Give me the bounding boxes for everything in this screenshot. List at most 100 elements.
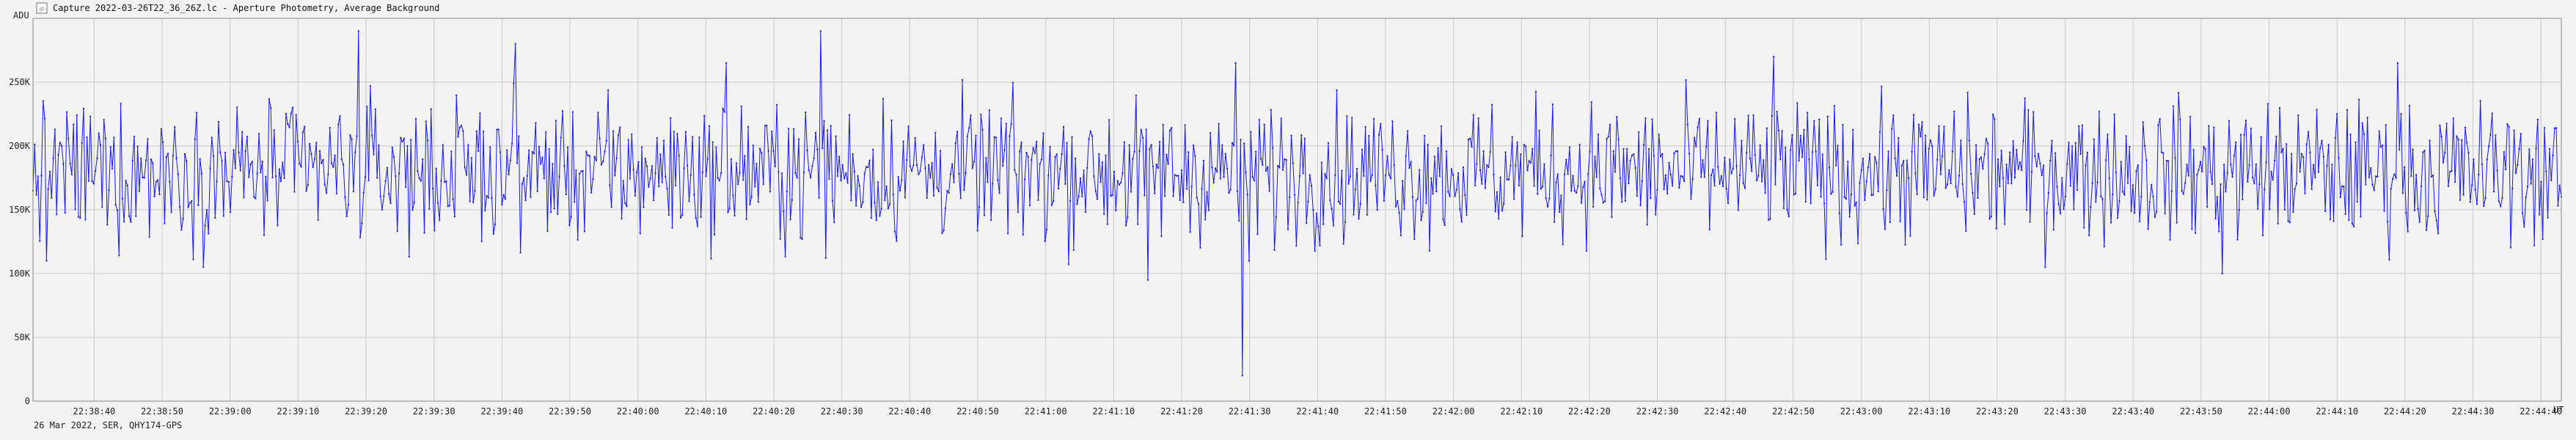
data-point [1837, 144, 1839, 147]
data-point [1672, 185, 1674, 187]
data-point [2435, 219, 2437, 221]
data-point [1754, 154, 1756, 156]
data-point [2032, 111, 2035, 113]
data-point [1651, 118, 1653, 120]
data-point [2483, 205, 2485, 207]
data-point [1791, 134, 1793, 136]
data-point [1159, 141, 1161, 143]
data-point [309, 143, 311, 145]
data-point [1395, 205, 1397, 208]
data-point [870, 217, 872, 219]
data-point [1344, 221, 1346, 223]
data-point [277, 224, 279, 227]
data-point [1930, 139, 1931, 142]
data-point [1747, 114, 1749, 117]
data-point [2039, 163, 2041, 164]
data-point [1781, 130, 1783, 132]
data-point [393, 156, 395, 158]
data-point [1243, 142, 1245, 144]
data-point [1590, 101, 1592, 103]
data-point [565, 194, 567, 195]
data-point [450, 150, 453, 153]
data-point [444, 181, 446, 183]
data-point [2021, 169, 2023, 171]
data-point [1972, 192, 1974, 194]
data-point [1778, 130, 1779, 131]
data-point [1592, 206, 1595, 208]
data-point [543, 177, 545, 180]
data-point [1934, 188, 1936, 190]
data-point [1044, 241, 1046, 242]
x-tick-label: 22:43:40 [2112, 406, 2154, 417]
data-point [205, 209, 208, 211]
data-point [1732, 167, 1734, 169]
data-point [2120, 161, 2122, 163]
data-point [1660, 155, 1661, 158]
data-point [2132, 184, 2134, 186]
data-point [1494, 210, 1496, 213]
data-point [1543, 163, 1545, 165]
data-point [2505, 169, 2507, 170]
data-point [1717, 166, 1719, 168]
data-point [1002, 165, 1004, 167]
data-point [496, 128, 498, 131]
data-point [369, 85, 371, 87]
data-point [2074, 142, 2076, 144]
data-point [366, 106, 368, 108]
data-point [805, 111, 807, 114]
data-point [1700, 176, 1702, 178]
data-point [1481, 183, 1483, 185]
data-point [312, 166, 314, 168]
data-point [1870, 194, 1873, 197]
data-point [1101, 161, 1103, 164]
data-point [940, 150, 942, 152]
data-point [1408, 167, 1410, 169]
data-point [1764, 192, 1766, 194]
data-point [885, 186, 888, 188]
data-point [1584, 180, 1586, 183]
data-point [553, 208, 555, 210]
data-point [2474, 188, 2476, 191]
data-point [2467, 152, 2470, 154]
data-point [140, 158, 142, 160]
y-axis-label: ADU [13, 10, 29, 21]
data-point [1774, 183, 1777, 186]
data-point [432, 188, 433, 190]
data-point [530, 196, 532, 198]
data-point [2002, 177, 2004, 179]
data-point [1287, 228, 1289, 230]
data-point [1538, 129, 1540, 131]
data-point [1744, 187, 1746, 189]
data-point [742, 179, 744, 181]
data-point [2203, 146, 2205, 148]
data-point [1167, 163, 1169, 165]
data-point [946, 190, 948, 192]
data-point [563, 165, 566, 167]
data-point [2383, 210, 2385, 212]
x-tick-label: 22:39:00 [209, 406, 252, 417]
data-point [2019, 161, 2021, 164]
data-point [2191, 228, 2193, 230]
data-point [282, 161, 284, 164]
data-point [1037, 199, 1039, 201]
data-point [1973, 213, 1975, 215]
data-point [761, 152, 763, 154]
data-point [2027, 109, 2030, 111]
data-point [1463, 166, 1464, 169]
data-point [2443, 161, 2444, 164]
data-point [928, 164, 930, 166]
data-point [1479, 169, 1481, 171]
data-point [430, 108, 432, 110]
data-point [155, 180, 157, 183]
data-point [1994, 118, 1996, 120]
data-point [590, 191, 593, 194]
data-point [1144, 194, 1146, 197]
y-tick-label: 200K [9, 141, 31, 151]
data-point [1137, 223, 1139, 225]
data-point [731, 158, 732, 160]
data-point [1936, 158, 1939, 161]
data-point [270, 107, 272, 109]
data-point [777, 171, 780, 173]
data-point [2486, 158, 2488, 161]
data-point [1773, 56, 1775, 58]
